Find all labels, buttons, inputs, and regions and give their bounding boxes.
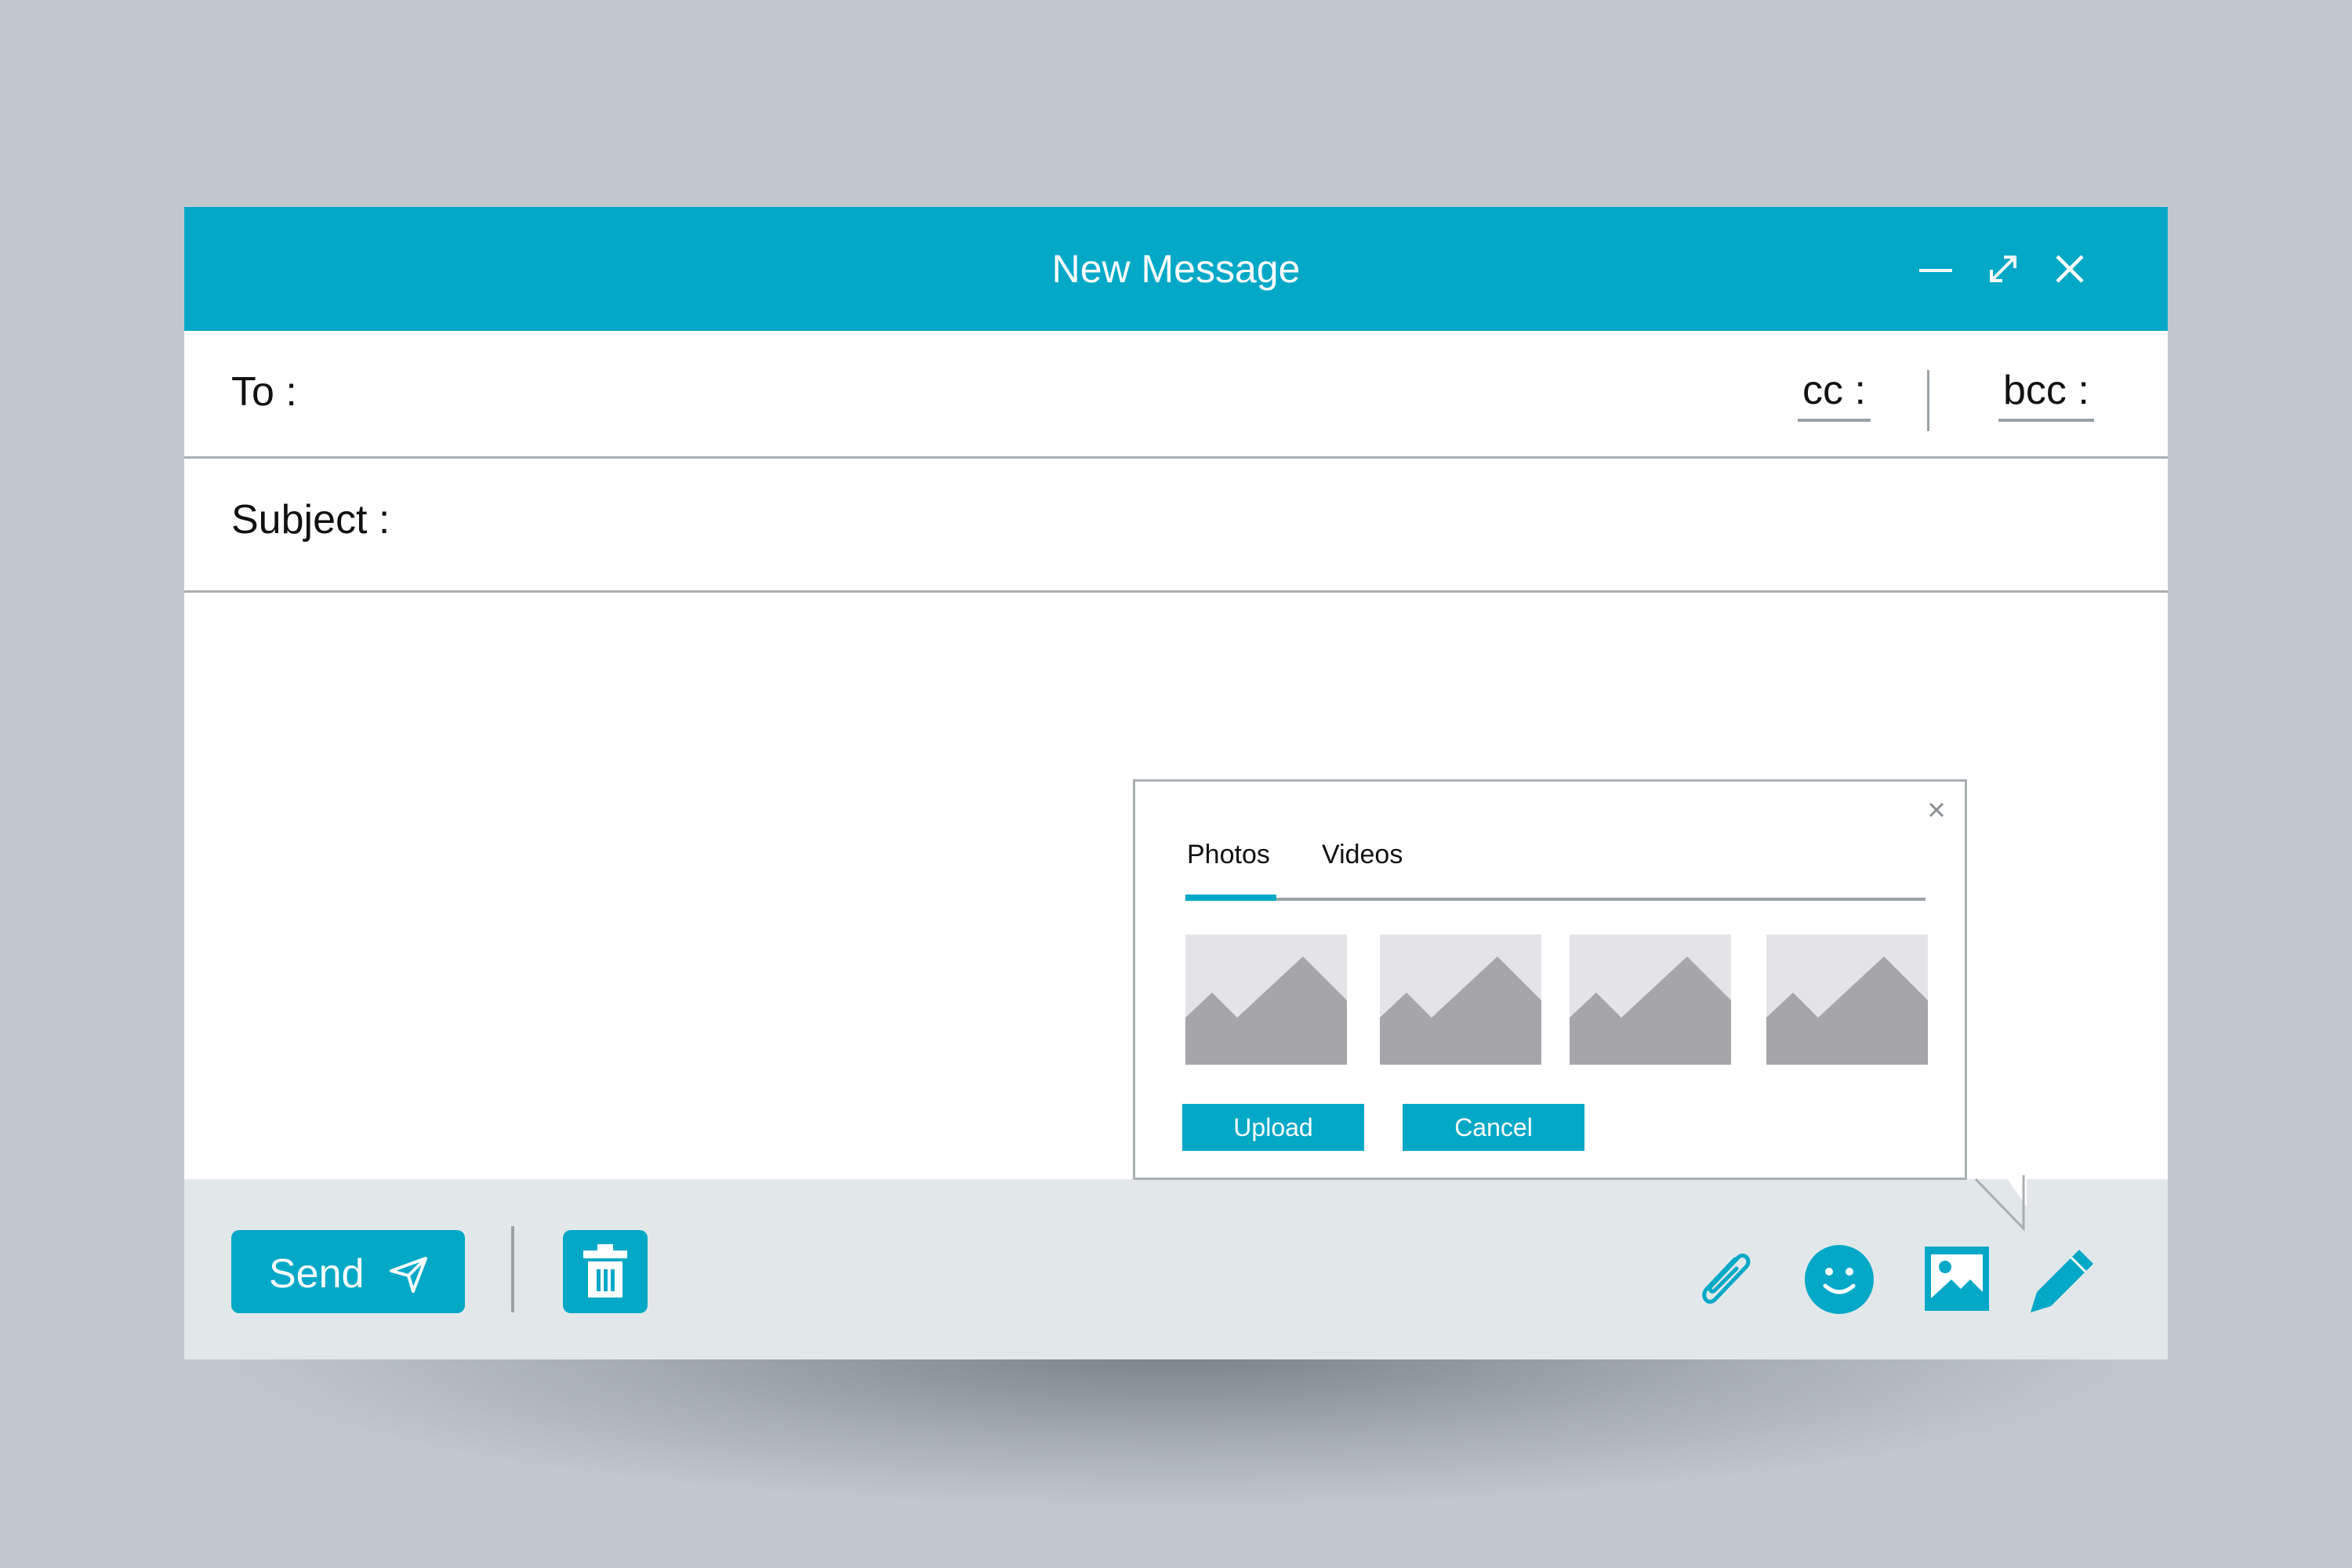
- subject-row: Subject :: [184, 459, 2168, 593]
- paperclip-icon: [1702, 1253, 1751, 1304]
- subject-input[interactable]: [412, 490, 2124, 554]
- tab-videos[interactable]: Videos: [1322, 840, 1403, 870]
- bcc-link[interactable]: bcc :: [1998, 367, 2094, 422]
- image-placeholder-icon: [1766, 935, 1928, 1065]
- send-button[interactable]: Send: [231, 1230, 465, 1313]
- to-input[interactable]: [318, 362, 1763, 426]
- close-icon: [2056, 255, 2084, 283]
- minimize-icon: [1919, 269, 1952, 272]
- tab-photos[interactable]: Photos: [1187, 840, 1270, 870]
- emoji-button[interactable]: [1802, 1242, 1877, 1317]
- delete-button[interactable]: [563, 1230, 648, 1313]
- media-picker-popover: Photos Videos Upload Cancel: [1133, 779, 1967, 1180]
- expand-button[interactable]: [1976, 241, 2031, 296]
- image-placeholder-icon: [1570, 935, 1731, 1065]
- compose-toolbar: Send: [184, 1179, 2168, 1359]
- upload-button[interactable]: Upload: [1182, 1104, 1364, 1151]
- insert-image-button[interactable]: [1920, 1242, 1995, 1317]
- photo-thumbnail[interactable]: [1766, 935, 1928, 1065]
- to-row: To : cc : bcc :: [184, 331, 2168, 459]
- edit-button[interactable]: [2024, 1242, 2100, 1317]
- image-placeholder-icon: [1185, 935, 1347, 1065]
- window-title: New Message: [1051, 247, 1301, 291]
- pencil-icon: [2031, 1250, 2093, 1312]
- smiley-icon: [1805, 1245, 1874, 1314]
- minimize-button[interactable]: [1908, 241, 1963, 296]
- expand-icon: [1990, 256, 2016, 282]
- cancel-button[interactable]: Cancel: [1403, 1104, 1584, 1151]
- toolbar-divider: [511, 1226, 514, 1312]
- compose-window: New Message To : cc : bcc : Subject: Se…: [184, 207, 2168, 1359]
- send-label: Send: [269, 1251, 365, 1297]
- active-tab-indicator: [1185, 895, 1276, 901]
- photo-thumbnail[interactable]: [1185, 935, 1347, 1065]
- image-icon: [1925, 1247, 1989, 1311]
- attach-button[interactable]: [1690, 1242, 1765, 1317]
- to-label: To :: [231, 369, 297, 415]
- media-tabs: Photos Videos: [1185, 837, 1926, 901]
- popover-close-icon[interactable]: [1921, 794, 1952, 826]
- cc-bcc-divider: [1927, 370, 1929, 431]
- photo-thumbnail[interactable]: [1570, 935, 1731, 1065]
- subject-label: Subject :: [231, 497, 390, 543]
- close-button[interactable]: [2042, 241, 2097, 296]
- paper-plane-icon: [390, 1257, 427, 1293]
- window-shadow: [235, 1348, 2117, 1505]
- cc-link[interactable]: cc :: [1798, 367, 1871, 422]
- popover-pointer: [1972, 1175, 2027, 1232]
- title-bar: New Message: [184, 207, 2168, 331]
- trash-icon: [583, 1244, 627, 1298]
- image-placeholder-icon: [1380, 935, 1541, 1065]
- photo-thumbnail[interactable]: [1380, 935, 1541, 1065]
